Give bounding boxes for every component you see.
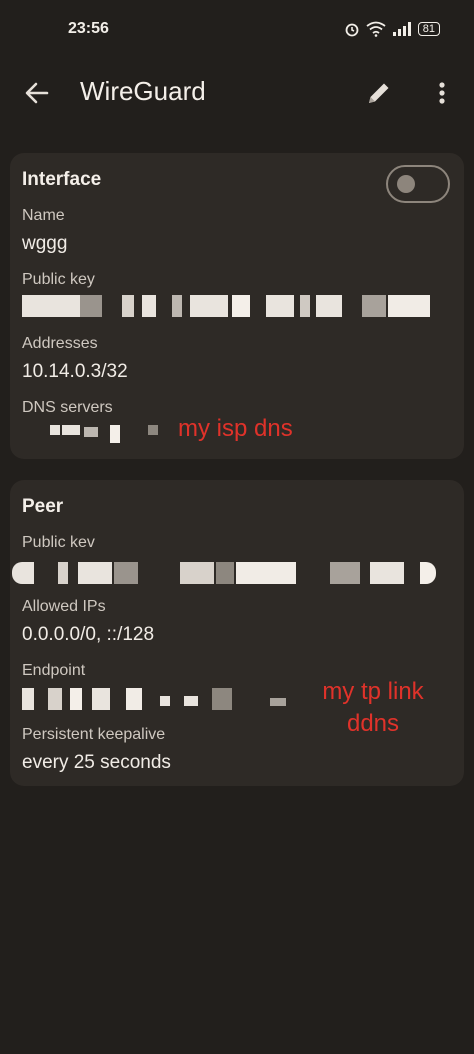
status-bar: 23:56 81 — [0, 0, 474, 60]
peer-public-key-redacted — [10, 562, 440, 584]
battery-icon: 81 — [417, 22, 440, 36]
interface-card: Interface Name wggg Public key Addresses… — [10, 153, 464, 459]
name-value: wggg — [22, 233, 68, 254]
page-title: WireGuard — [80, 76, 206, 106]
public-key-redacted — [22, 295, 442, 317]
interface-toggle[interactable] — [386, 165, 450, 203]
name-label: Name — [22, 207, 65, 224]
endpoint-label: Endpoint — [22, 662, 86, 679]
dns-annotation: my isp dns — [178, 415, 293, 442]
endpoint-redacted — [22, 688, 292, 710]
interface-title: Interface — [22, 169, 102, 190]
status-icons: 81 — [344, 21, 440, 37]
app-bar: WireGuard — [0, 60, 474, 124]
allowed-ips-label: Allowed IPs — [22, 598, 106, 615]
alarm-icon — [345, 23, 359, 37]
toggle-knob — [397, 175, 415, 193]
keepalive-value: every 25 seconds — [22, 752, 171, 773]
endpoint-annotation-line1: my tp link — [322, 678, 424, 705]
peer-title: Peer — [22, 496, 64, 517]
edit-pencil-icon[interactable] — [364, 78, 394, 108]
peer-public-key-label: Public kev — [22, 534, 95, 551]
dns-redacted — [22, 423, 172, 445]
status-time: 23:56 — [68, 20, 109, 37]
allowed-ips-value: 0.0.0.0/0, ::/128 — [22, 624, 155, 645]
signal-icon — [392, 22, 411, 36]
peer-card: Peer Public kev Allowed IPs 0.0.0.0/0, :… — [10, 480, 464, 786]
more-vert-icon[interactable] — [430, 78, 454, 108]
keepalive-label: Persistent keepalive — [22, 726, 166, 743]
dns-label: DNS servers — [22, 399, 113, 416]
back-arrow-icon[interactable] — [22, 78, 52, 108]
public-key-label: Public key — [22, 271, 95, 288]
wifi-icon — [366, 21, 386, 37]
addresses-value: 10.14.0.3/32 — [22, 361, 128, 382]
addresses-label: Addresses — [22, 335, 98, 352]
endpoint-annotation-line2: ddns — [346, 710, 400, 737]
endpoint-annotation: my tp link ddns — [313, 676, 433, 740]
